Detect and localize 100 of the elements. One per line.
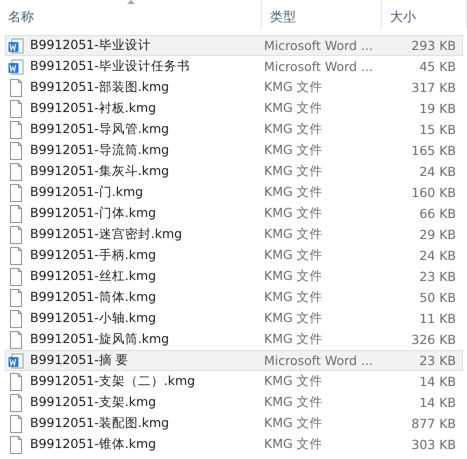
file-icon <box>8 310 24 328</box>
file-name: B9912051-支架（二）.kmg <box>30 373 196 390</box>
file-row[interactable]: B9912051-部装图.kmg KMG 文件 317 KB <box>5 77 463 98</box>
file-icon <box>8 372 24 390</box>
file-size: 50 KB <box>418 290 457 305</box>
word-document-icon <box>8 352 24 368</box>
file-name: B9912051-支架.kmg <box>30 394 156 411</box>
file-row[interactable]: B9912051-小轴.kmg KMG 文件 11 KB <box>5 308 463 329</box>
file-size: 66 KB <box>418 206 457 221</box>
file-name: B9912051-集灰斗.kmg <box>30 163 170 180</box>
file-row[interactable]: B9912051-旋风筒.kmg KMG 文件 326 KB <box>5 329 463 350</box>
file-size: 165 KB <box>410 143 457 158</box>
file-name: B9912051-门.kmg <box>30 184 144 201</box>
file-size: 23 KB <box>418 353 457 368</box>
file-name: B9912051-筒体.kmg <box>30 289 156 306</box>
file-icon <box>8 226 24 244</box>
file-size: 11 KB <box>418 311 457 326</box>
file-size: 293 KB <box>410 38 457 53</box>
file-row[interactable]: B9912051-衬板.kmg KMG 文件 19 KB <box>5 98 463 119</box>
file-name: B9912051-小轴.kmg <box>30 310 156 327</box>
file-row[interactable]: B9912051-手柄.kmg KMG 文件 24 KB <box>5 245 463 266</box>
file-type: KMG 文件 <box>263 100 324 117</box>
file-row[interactable]: B9912051-导流筒.kmg KMG 文件 165 KB <box>5 140 463 161</box>
file-size: 19 KB <box>418 101 457 116</box>
file-size: 877 KB <box>410 416 457 431</box>
file-row[interactable]: B9912051-集灰斗.kmg KMG 文件 24 KB <box>5 161 463 182</box>
file-size: 24 KB <box>418 248 457 263</box>
file-type: KMG 文件 <box>263 394 324 411</box>
file-icon <box>8 142 24 160</box>
file-type: KMG 文件 <box>263 142 324 159</box>
file-type: KMG 文件 <box>263 163 324 180</box>
file-size: 14 KB <box>418 395 457 410</box>
file-icon <box>8 288 24 306</box>
file-icon <box>8 204 24 222</box>
file-type: KMG 文件 <box>263 289 324 306</box>
file-type: Microsoft Word ... <box>263 59 374 74</box>
file-name: B9912051-部装图.kmg <box>30 79 170 96</box>
file-row[interactable]: B9912051-毕业设计 Microsoft Word ... 293 KB <box>5 35 463 56</box>
file-row[interactable]: B9912051-筒体.kmg KMG 文件 50 KB <box>5 287 463 308</box>
file-name: B9912051-旋风筒.kmg <box>30 331 170 348</box>
file-size: 160 KB <box>410 185 457 200</box>
column-header[interactable]: 大小 <box>382 0 467 28</box>
file-type: KMG 文件 <box>263 226 324 243</box>
file-size: 24 KB <box>418 164 457 179</box>
file-size: 15 KB <box>418 122 457 137</box>
file-row[interactable]: B9912051-门.kmg KMG 文件 160 KB <box>5 182 463 203</box>
file-type: KMG 文件 <box>263 436 324 453</box>
file-name: B9912051-毕业设计任务书 <box>30 58 190 75</box>
file-row[interactable]: B9912051-支架.kmg KMG 文件 14 KB <box>5 392 463 413</box>
file-row[interactable]: B9912051-丝杠.kmg KMG 文件 23 KB <box>5 266 463 287</box>
file-row[interactable]: B9912051-门体.kmg KMG 文件 66 KB <box>5 203 463 224</box>
file-row[interactable]: B9912051-导风管.kmg KMG 文件 15 KB <box>5 119 463 140</box>
file-icon <box>8 184 24 202</box>
file-row[interactable]: B9912051-锥体.kmg KMG 文件 303 KB <box>5 434 463 455</box>
file-type: Microsoft Word ... <box>263 353 374 368</box>
column-header[interactable]: 类型 <box>262 0 382 28</box>
file-row[interactable]: B9912051-毕业设计任务书 Microsoft Word ... 45 KB <box>5 56 463 77</box>
file-type: KMG 文件 <box>263 331 324 348</box>
file-type: KMG 文件 <box>263 247 324 264</box>
file-type: Microsoft Word ... <box>263 38 374 53</box>
file-row[interactable]: B9912051-摘 要 Microsoft Word ... 23 KB <box>5 350 463 371</box>
file-name: B9912051-毕业设计 <box>30 37 151 54</box>
file-size: 23 KB <box>418 269 457 284</box>
file-icon <box>8 78 24 96</box>
file-icon <box>8 246 24 264</box>
file-type: KMG 文件 <box>263 205 324 222</box>
file-type: KMG 文件 <box>263 268 324 285</box>
file-type: KMG 文件 <box>263 121 324 138</box>
file-name: B9912051-锥体.kmg <box>30 436 156 453</box>
file-size: 29 KB <box>418 227 457 242</box>
file-name: B9912051-摘 要 <box>30 352 129 369</box>
file-name: B9912051-丝杠.kmg <box>30 268 156 285</box>
file-type: KMG 文件 <box>263 184 324 201</box>
file-size: 45 KB <box>418 59 457 74</box>
file-name: B9912051-装配图.kmg <box>30 415 170 432</box>
file-type: KMG 文件 <box>263 79 324 96</box>
file-row[interactable]: B9912051-迷宫密封.kmg KMG 文件 29 KB <box>5 224 463 245</box>
file-type: KMG 文件 <box>263 415 324 432</box>
file-name: B9912051-门体.kmg <box>30 205 156 222</box>
word-document-icon <box>8 38 24 54</box>
column-header[interactable]: 名称 <box>0 0 262 28</box>
file-size: 303 KB <box>410 437 457 452</box>
file-icon <box>8 436 24 454</box>
file-row[interactable]: B9912051-支架（二）.kmg KMG 文件 14 KB <box>5 371 463 392</box>
file-name: B9912051-导流筒.kmg <box>30 142 170 159</box>
file-name: B9912051-手柄.kmg <box>30 247 156 264</box>
file-size: 317 KB <box>410 80 457 95</box>
file-icon <box>8 100 24 118</box>
file-name: B9912051-迷宫密封.kmg <box>30 226 182 243</box>
file-icon <box>8 414 24 432</box>
file-name: B9912051-导风管.kmg <box>30 121 170 138</box>
file-name: B9912051-衬板.kmg <box>30 100 156 117</box>
file-size: 326 KB <box>410 332 457 347</box>
file-row[interactable]: B9912051-装配图.kmg KMG 文件 877 KB <box>5 413 463 434</box>
file-icon <box>8 330 24 348</box>
file-icon <box>8 120 24 138</box>
file-icon <box>8 162 24 180</box>
file-icon <box>8 394 24 412</box>
file-type: KMG 文件 <box>263 373 324 390</box>
file-size: 14 KB <box>418 374 457 389</box>
